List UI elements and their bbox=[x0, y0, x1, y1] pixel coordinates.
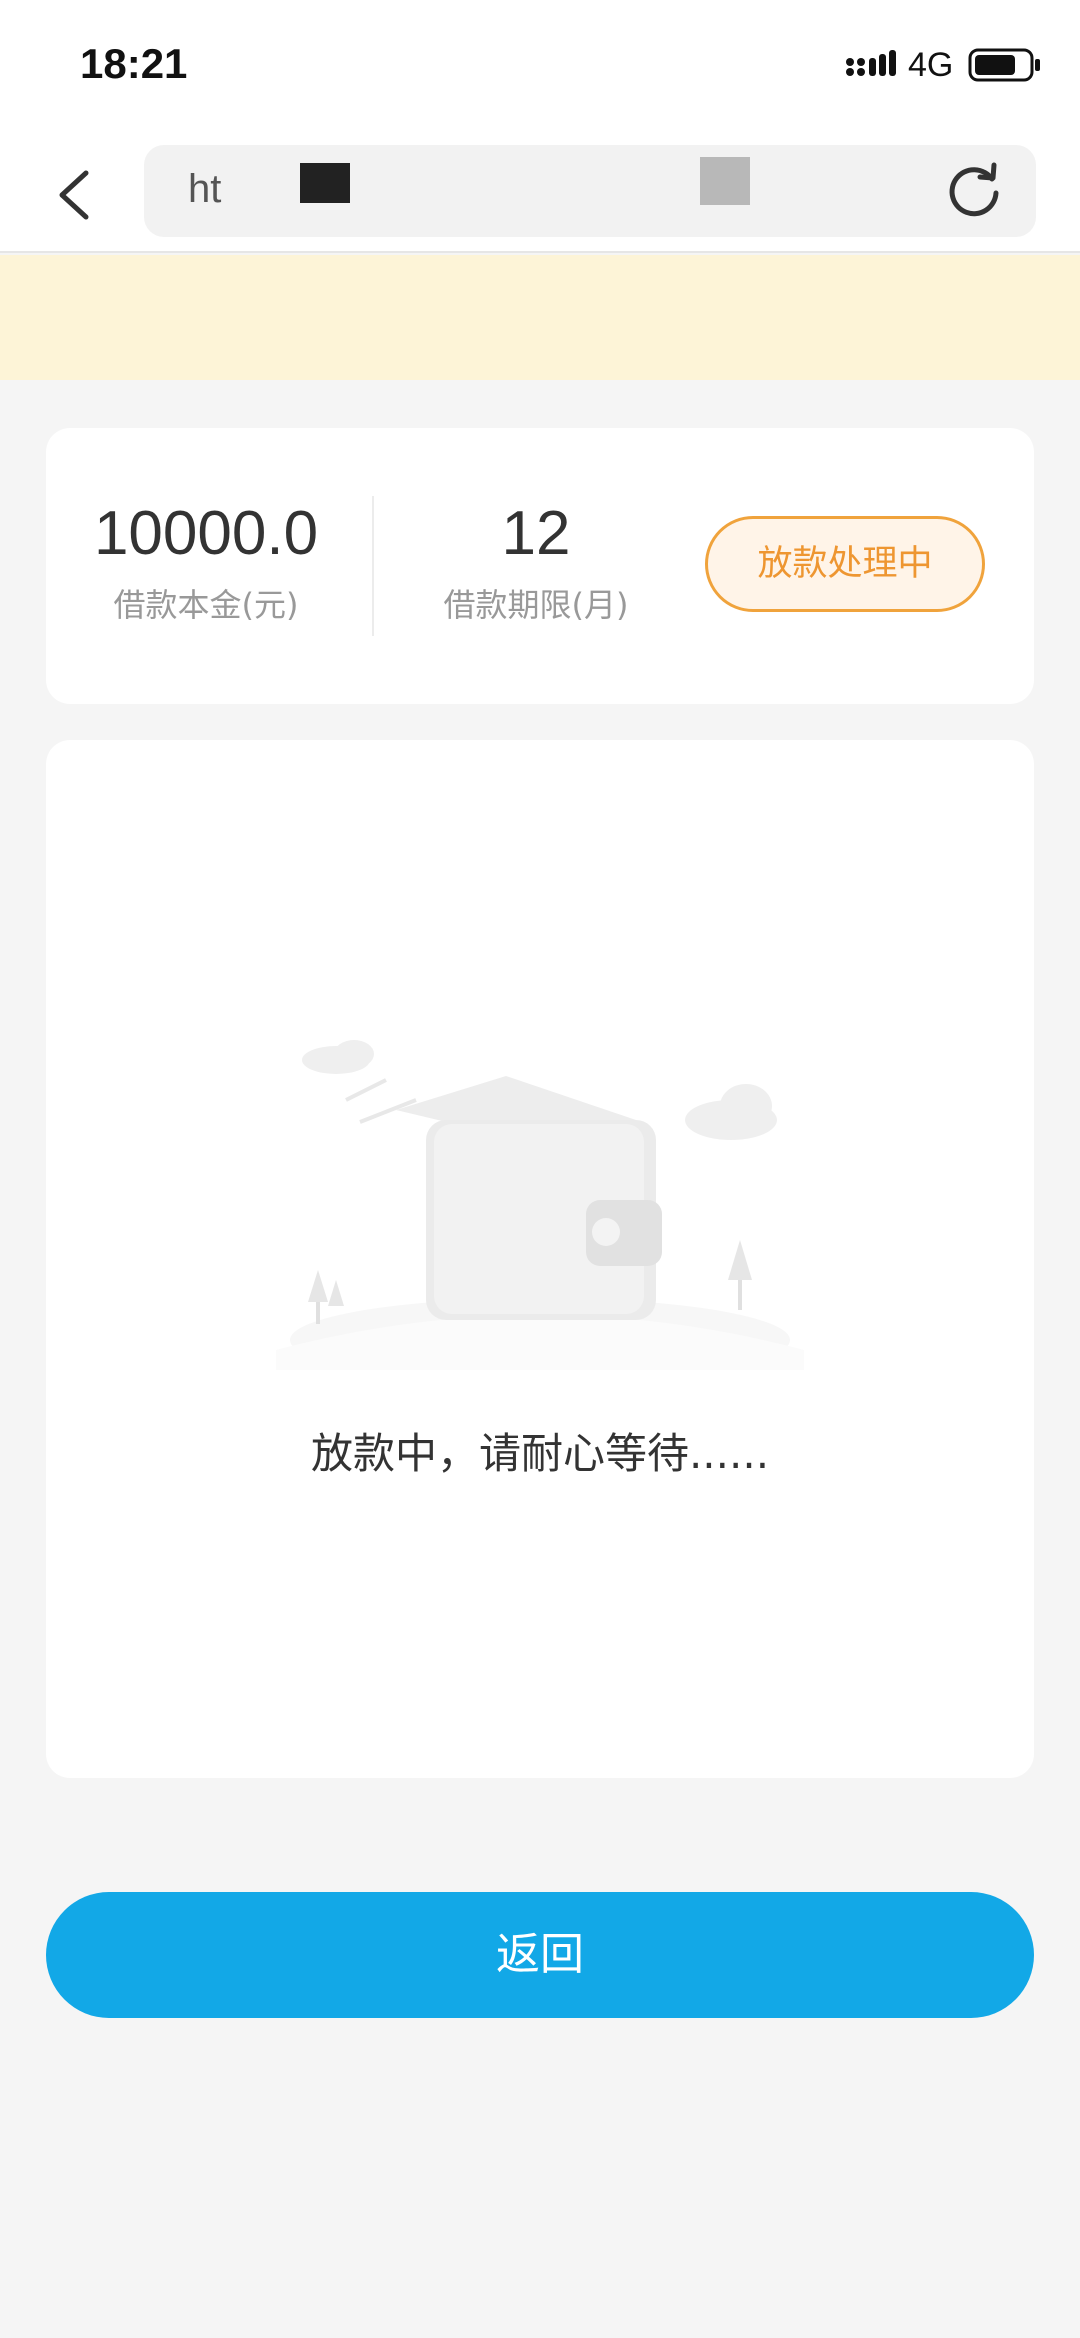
loan-amount-value: 10000.0 bbox=[93, 499, 319, 568]
status-badge: 放款处理中 bbox=[705, 516, 985, 612]
battery-icon bbox=[968, 48, 1040, 82]
waiting-message: 放款中，请耐心等待...... bbox=[310, 1429, 770, 1478]
status-card: 放款中，请耐心等待...... bbox=[46, 740, 1034, 1778]
redacted-block bbox=[300, 163, 350, 203]
loan-summary-card: 10000.0 借款本金(元) 12 借款期限(月) 放款处理中 bbox=[46, 428, 1034, 704]
signal-icon bbox=[846, 50, 896, 76]
url-field[interactable]: ht bbox=[144, 145, 1036, 237]
loan-term: 12 借款期限(月) bbox=[386, 498, 686, 626]
refresh-icon[interactable] bbox=[944, 161, 1004, 221]
network-label: 4G bbox=[908, 46, 954, 84]
browser-bar: ht bbox=[0, 135, 1080, 253]
loan-term-label: 借款期限(月) bbox=[443, 586, 629, 624]
stat-divider bbox=[372, 496, 374, 636]
status-bar: 18:21 4G bbox=[0, 0, 1080, 135]
return-button[interactable]: 返回 bbox=[46, 1892, 1034, 2018]
redacted-block bbox=[700, 157, 750, 205]
wallet-illustration bbox=[276, 1040, 804, 1370]
back-icon[interactable] bbox=[44, 163, 104, 227]
notice-bar bbox=[0, 255, 1080, 380]
loan-amount: 10000.0 借款本金(元) bbox=[56, 498, 356, 626]
status-time: 18:21 bbox=[80, 40, 188, 87]
url-text: ht bbox=[188, 167, 222, 211]
loan-term-value: 12 bbox=[501, 499, 571, 568]
loan-amount-label: 借款本金(元) bbox=[113, 586, 299, 624]
